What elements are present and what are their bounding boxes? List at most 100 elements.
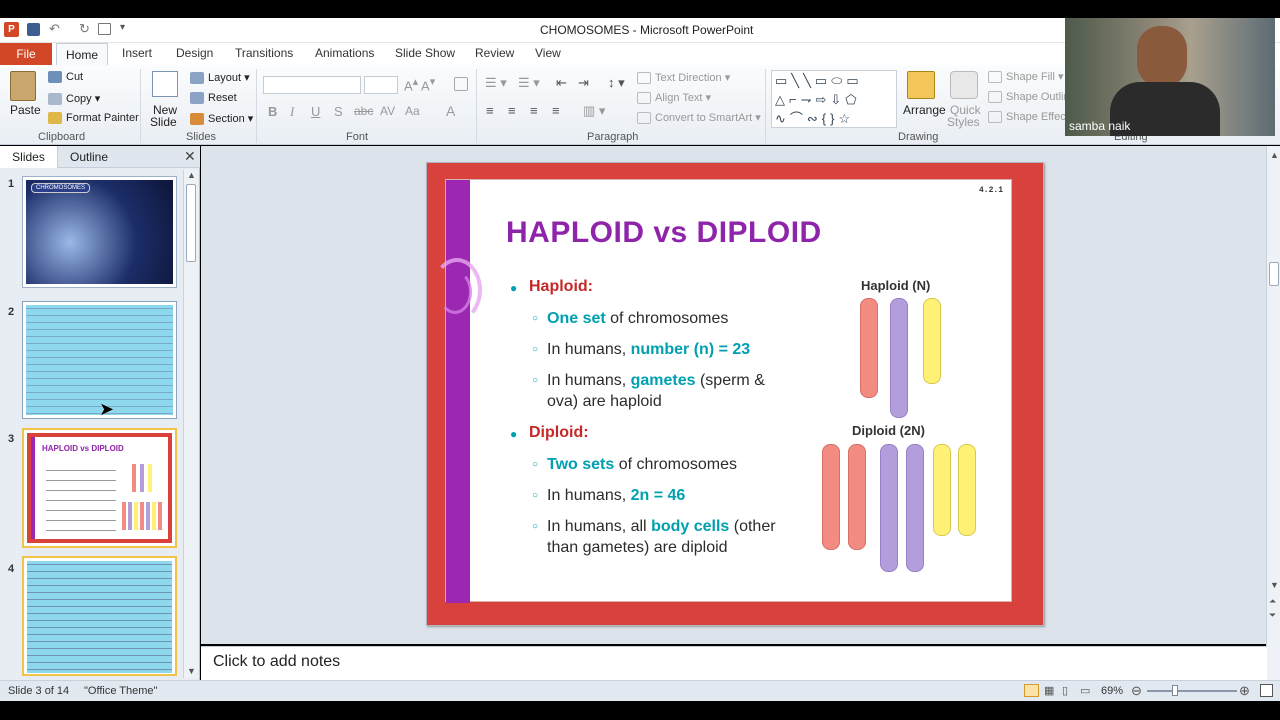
slides-group-label: Slides [186,131,216,143]
clear-format-icon[interactable] [454,77,468,91]
zoom-level[interactable]: 69% [1101,685,1123,697]
quick-print-icon[interactable] [98,23,111,35]
slide-thumbnail-4[interactable] [22,556,177,676]
align-text-button[interactable]: Align Text ▾ [637,91,711,105]
convert-smartart-button[interactable]: Convert to SmartArt ▾ [637,111,761,125]
normal-view-icon[interactable] [1024,684,1039,697]
tab-outline[interactable]: Outline [70,150,108,164]
tab-transitions[interactable]: Transitions [235,46,293,60]
haploid-point-2: In humans, number (n) = 23 [547,341,750,359]
bold-button[interactable]: B [268,104,277,119]
notes-placeholder[interactable]: Click to add notes [213,653,340,671]
text-direction-button[interactable]: Text Direction ▾ [637,71,730,85]
numbering-icon[interactable]: ☰ ▾ [518,75,540,91]
decrease-indent-icon[interactable]: ⇤ [556,75,567,91]
layout-button[interactable]: Layout ▾ [190,71,250,85]
tab-view[interactable]: View [535,46,561,60]
tab-design[interactable]: Design [176,46,213,60]
editor-scroll-thumb[interactable] [1269,262,1279,286]
tab-animations[interactable]: Animations [315,46,374,60]
zoom-in-icon[interactable]: ⊕ [1239,683,1250,699]
pane-scrollbar[interactable]: ▲ ▼ [183,170,198,678]
tab-insert[interactable]: Insert [122,46,152,60]
change-case-icon[interactable]: Aa [405,104,420,118]
shadow-button[interactable]: S [334,104,343,119]
section-button[interactable]: Section ▾ [190,112,253,126]
new-slide-icon[interactable] [152,71,178,97]
zoom-slider-thumb[interactable] [1172,685,1178,696]
slide-number: 2 [8,306,15,318]
chromosome-red [848,444,866,550]
body-text: (other [729,518,776,535]
shape-effects-button[interactable]: Shape Effects [988,111,1074,124]
shapes-gallery[interactable]: ▭╲╲▭⬭▭ △⌐⇁⇨⇩⬠ ∿⌒∾{}☆ [771,70,897,128]
reading-view-icon[interactable]: ▯ [1062,684,1068,697]
paste-icon[interactable] [10,71,36,101]
underline-button[interactable]: U [311,104,320,119]
save-icon[interactable] [27,23,40,36]
zoom-slider[interactable] [1147,690,1237,692]
format-painter-label: Format Painter [66,112,139,124]
copy-label: Copy [66,93,92,105]
powerpoint-logo-icon: P [4,22,19,37]
scroll-up-icon[interactable]: ▲ [187,170,196,180]
line-spacing-icon[interactable]: ↕ ▾ [608,75,625,91]
font-size-box[interactable] [364,76,398,94]
arrange-button[interactable]: Arrange [903,103,946,117]
notes-pane[interactable]: Click to add notes [201,646,1267,680]
character-spacing-icon[interactable]: AV [380,104,395,118]
zoom-out-icon[interactable]: ⊖ [1131,683,1142,699]
reset-button[interactable]: Reset [190,92,237,105]
strikethrough-button[interactable]: abc [354,104,373,118]
current-slide[interactable]: 4.2.1 HAPLOID vs DIPLOID ● Haploid: ○ On… [426,162,1044,626]
slideshow-icon[interactable]: ▭ [1080,684,1090,697]
redo-icon[interactable]: ↻ [79,21,90,37]
align-center-icon[interactable]: ≡ [508,103,516,118]
editor-scrollbar[interactable]: ▲ ▼ ⏶ ⏷ [1266,146,1280,680]
customize-toolbar-icon[interactable]: ▾ [120,22,125,33]
fit-to-window-icon[interactable] [1260,684,1273,697]
tab-review[interactable]: Review [475,46,514,60]
justify-icon[interactable]: ≡ [552,103,560,118]
align-left-icon[interactable]: ≡ [486,103,494,118]
shape-outline-button[interactable]: Shape Outline [988,91,1076,104]
grow-font-icon[interactable]: A▴ A▾ [404,75,435,93]
slide-thumbnail-3[interactable]: HAPLOID vs DIPLOID [22,428,177,548]
scroll-down-icon[interactable]: ▼ [187,666,196,676]
slide-thumbnail-1[interactable]: CHROMOSOMES [22,176,177,288]
scroll-down-icon[interactable]: ▼ [1270,580,1279,590]
scroll-up-icon[interactable]: ▲ [1270,150,1279,160]
increase-indent-icon[interactable]: ⇥ [578,75,589,91]
pane-scroll-thumb[interactable] [186,184,196,262]
cut-button[interactable]: Cut [48,71,83,84]
body-text: In humans, all [547,518,652,535]
align-right-icon[interactable]: ≡ [530,103,538,118]
arrange-icon[interactable] [907,71,935,99]
chromosome-yellow [923,298,941,384]
thumbnail-text-lines [27,561,172,673]
slide-sorter-icon[interactable]: ▦ [1044,684,1054,697]
italic-button[interactable]: I [290,104,294,120]
sub-bullet: ○ [532,459,539,470]
tab-slide-show[interactable]: Slide Show [395,46,455,60]
body-text: of chromosomes [614,456,737,473]
quick-styles-icon[interactable] [950,71,978,99]
close-pane-icon[interactable]: ✕ [184,148,196,165]
tab-slides[interactable]: Slides [0,146,58,168]
font-name-box[interactable] [263,76,361,94]
undo-icon[interactable]: ↶ [49,21,60,37]
copy-button[interactable]: Copy ▾ [48,92,100,106]
paste-button[interactable]: Paste [10,103,41,117]
tab-home[interactable]: Home [56,43,108,66]
font-color-icon[interactable]: A [446,103,455,119]
previous-slide-icon[interactable]: ⏶ [1269,596,1276,607]
ribbon-separator [765,69,766,143]
text-direction-icon [637,72,651,85]
chromosome-purple [880,444,898,572]
columns-icon[interactable]: ▥ ▾ [583,103,605,119]
format-painter-button[interactable]: Format Painter [48,112,139,125]
tab-file[interactable]: File [0,43,52,65]
next-slide-icon[interactable]: ⏷ [1269,610,1276,621]
shape-fill-button[interactable]: Shape Fill ▾ [988,70,1064,84]
bullets-icon[interactable]: ☰ ▾ [485,75,507,91]
